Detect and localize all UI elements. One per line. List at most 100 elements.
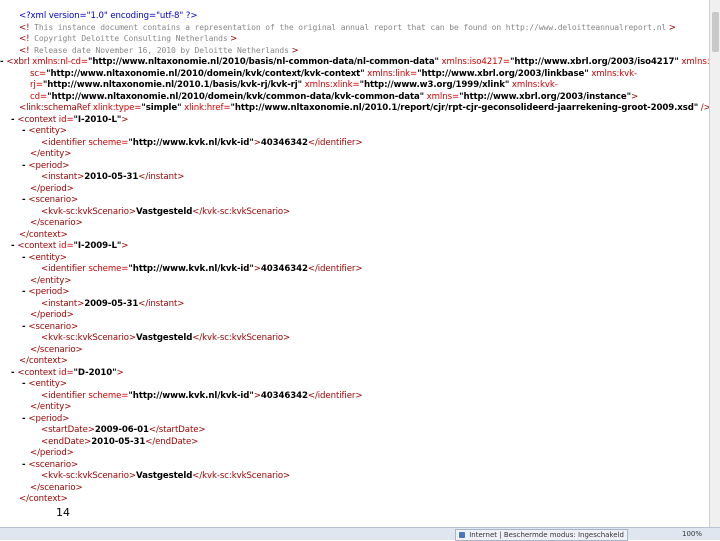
xml-token-tag: <scenario> <box>28 321 79 332</box>
xml-token-txt: 2010-05-31 <box>91 436 146 447</box>
xml-token-cm: Copyright Deloitte Consulting Netherland… <box>29 34 228 43</box>
xml-line: - <period> <box>22 160 69 172</box>
xml-token-attr: xmlns:nl-cd= <box>32 57 88 67</box>
xml-token-attr: id= <box>58 241 74 251</box>
xml-token-tag: </startDate> <box>148 425 206 435</box>
xml-line: - <scenario> <box>22 194 78 206</box>
xml-token-txt: 40346342 <box>260 264 308 274</box>
xml-line: </context> <box>19 355 68 367</box>
xml-token-tag: <context <box>17 367 59 378</box>
status-zone-item[interactable]: Internet | Beschermde modus: Ingeschakel… <box>455 529 628 541</box>
xml-token-tag: <endDate> <box>41 436 92 447</box>
xml-token-tag: </context> <box>19 229 68 240</box>
xml-line: <?xml version="1.0" encoding="utf-8" ?> <box>19 10 198 22</box>
xml-token-tag: <kvk-sc:kvkScenario> <box>41 333 137 343</box>
xml-token-tag: </entity> <box>30 402 72 412</box>
xml-token-tag: </entity> <box>30 149 72 159</box>
xml-token-tag: > <box>116 367 124 378</box>
xml-line: - <entity> <box>22 378 67 390</box>
xml-token-attr: scheme= <box>88 137 129 148</box>
xml-token-tag: </period> <box>30 448 74 458</box>
xml-token-val: "http://www.nltaxonomie.nl/2010/domein/k… <box>47 91 425 102</box>
xml-token-tag: <! <box>19 34 30 44</box>
xml-line: <instant>2009-05-31</instant> <box>41 298 184 310</box>
xml-token-tag: <period> <box>28 413 70 424</box>
xml-line: - <entity> <box>22 125 67 137</box>
xml-token-attr: xmlns:xlink= <box>302 80 360 90</box>
xml-line: rj="http://www.nltaxonomie.nl/2010.1/bas… <box>30 79 558 91</box>
xml-token-tag: <scenario> <box>28 459 79 470</box>
xml-line: cd="http://www.nltaxonomie.nl/2010/domei… <box>30 91 638 103</box>
xml-line: </period> <box>30 183 74 195</box>
xml-line: - <entity> <box>22 252 67 264</box>
xml-token-tag: > <box>253 264 261 274</box>
xml-line: - <xbrl xmlns:nl-cd="http://www.nltaxono… <box>0 56 710 68</box>
xml-line: <kvk-sc:kvkScenario>Vastgesteld</kvk-sc:… <box>41 332 290 344</box>
xml-token-tag: </identifier> <box>307 390 363 401</box>
xml-token-tag: </period> <box>30 310 74 320</box>
xml-line: <identifier scheme="http://www.kvk.nl/kv… <box>41 137 363 149</box>
xml-token-tag: </entity> <box>30 275 72 286</box>
xml-token-tag: </identifier> <box>307 137 363 148</box>
xml-token-txt: Vastgesteld <box>136 333 193 343</box>
xml-token-attr: xmlns:iso4217= <box>438 57 511 67</box>
xml-token-tag: <entity> <box>28 252 67 263</box>
xml-token-val: "http://www.w3.org/1999/xlink" <box>359 80 510 90</box>
xml-token-val: "http://www.kvk.nl/kvk-id" <box>128 390 254 401</box>
xml-line: sc="http://www.nltaxonomie.nl/2010/domei… <box>30 68 637 80</box>
xml-token-val: "http://www.xbrl.org/2003/iso4217" <box>509 57 679 67</box>
xml-token-txt: Vastgesteld <box>136 206 193 217</box>
xml-token-tag: </kvk-sc:kvkScenario> <box>192 333 291 343</box>
xml-token-attr: xmlns:link= <box>364 68 418 79</box>
xml-token-val: "http://www.nltaxonomie.nl/2010/basis/nl… <box>87 57 439 67</box>
xml-line: </period> <box>30 309 74 321</box>
globe-icon <box>459 532 465 538</box>
xml-line: <instant>2010-05-31</instant> <box>41 171 184 183</box>
xml-line: - <context id="I-2010-L"> <box>11 114 128 126</box>
xml-token-tag: </endDate> <box>145 436 199 447</box>
xml-token-attr: cd= <box>30 91 48 102</box>
xml-token-tag: <instant> <box>41 298 85 309</box>
xml-token-tag: > <box>631 91 639 102</box>
xml-token-tag: <startDate> <box>41 425 95 435</box>
xml-token-tag: <! <box>19 22 30 33</box>
xml-token-tag: > <box>121 241 129 251</box>
vertical-scrollbar[interactable] <box>709 0 720 528</box>
zoom-level[interactable]: 100% <box>682 528 702 540</box>
status-bar: Internet | Beschermde modus: Ingeschakel… <box>0 527 720 541</box>
xml-line: - <context id="I-2009-L"> <box>11 240 128 252</box>
xml-token-tag: </scenario> <box>30 344 83 355</box>
xml-token-val: "I-2009-L" <box>73 241 122 251</box>
xml-line: </scenario> <box>30 344 83 356</box>
xml-token-val: "I-2010-L" <box>73 114 122 125</box>
xml-token-tag: </context> <box>19 356 68 366</box>
xml-token-attr: id= <box>58 367 74 378</box>
xml-token-attr: xmlns:kvk- <box>588 68 638 79</box>
xml-token-tag: <kvk-sc:kvkScenario> <box>41 471 137 481</box>
xml-token-txt: 40346342 <box>260 390 308 401</box>
xml-token-attr: sc= <box>30 68 47 79</box>
scrollbar-thumb[interactable] <box>712 12 719 52</box>
xml-line: <link:schemaRef xlink:type="simple" xlin… <box>19 102 710 114</box>
xml-token-attr: xlink:href= <box>181 103 231 113</box>
xml-token-attr: id= <box>58 114 74 125</box>
xml-line: <startDate>2009-06-01</startDate> <box>41 424 206 436</box>
xml-line: </context> <box>19 493 68 505</box>
xml-token-attr: xmlns:kvk- <box>509 80 558 90</box>
xml-token-txt: 40346342 <box>260 137 308 148</box>
xml-token-val: "D-2010" <box>73 367 117 378</box>
xml-token-tag: <link:schemaRef <box>19 103 93 113</box>
xml-token-tag: <xbrl <box>6 57 33 67</box>
xml-token-val: "http://www.kvk.nl/kvk-id" <box>128 264 254 274</box>
xml-token-tag: </context> <box>19 494 68 504</box>
xml-token-val: "http://www.xbrl.org/2003/instance" <box>459 91 632 102</box>
xml-line: </scenario> <box>30 217 83 229</box>
xml-line: </scenario> <box>30 482 83 494</box>
xml-token-txt: 2009-06-01 <box>94 425 149 435</box>
xml-token-tag: <kvk-sc:kvkScenario> <box>41 206 137 217</box>
xml-token-tag: <period> <box>28 160 70 171</box>
xml-token-attr: scheme= <box>88 264 129 274</box>
xml-token-tag: </scenario> <box>30 482 83 493</box>
xml-token-txt: 2010-05-31 <box>84 172 139 182</box>
xml-token-txt: Vastgesteld <box>136 471 193 481</box>
